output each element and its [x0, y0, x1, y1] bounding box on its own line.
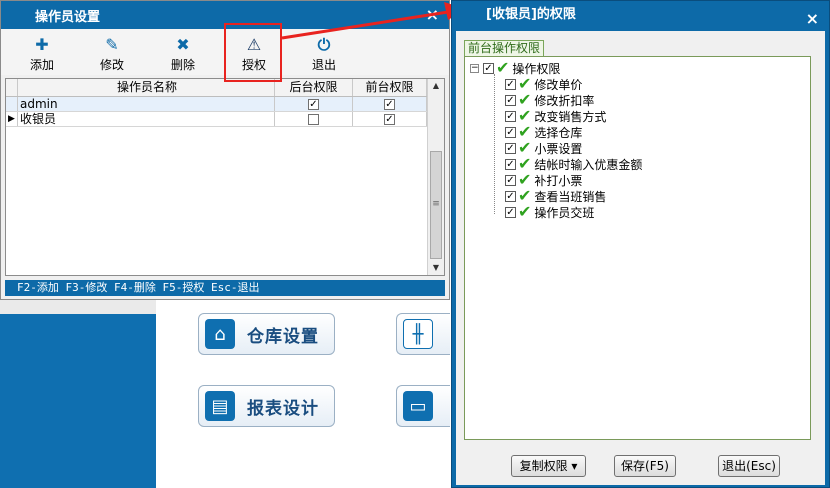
authorize-highlight-box: [224, 23, 282, 82]
permission-window-title: [收银员]的权限: [486, 7, 576, 22]
plus-icon: ✚: [35, 35, 49, 54]
exit-esc-button[interactable]: 退出(Esc): [718, 455, 780, 477]
grid-vertical-scrollbar[interactable]: ▲ ≡ ▼: [427, 79, 444, 275]
tree-item-checkbox[interactable]: ✓: [505, 110, 516, 122]
permission-window-titlebar: [收银员]的权限 ×: [452, 1, 829, 29]
copy-permissions-button[interactable]: 复制权限 ▾: [511, 455, 586, 477]
tree-item-label: 小票设置: [534, 141, 583, 156]
collapse-icon[interactable]: −: [470, 63, 479, 73]
operator-grid: 操作员名称 后台权限 前台权限 admin ✓ ✓ ▶ 收银员 ✓ ▲ ≡ ▼: [5, 78, 445, 276]
permission-tree: − ✓ ✔ 操作权限 ✓ ✔ 修改单价 ✓ ✔ 修改折扣率 ✓ ✔ 改变销售方式: [464, 56, 811, 440]
add-label: 添加: [29, 58, 54, 72]
tree-item-receipt-settings[interactable]: ✓ ✔ 小票设置: [505, 140, 582, 156]
scroll-down-icon[interactable]: ▼: [428, 261, 444, 275]
equalizer-icon: ╫: [403, 319, 433, 349]
table-row[interactable]: admin ✓ ✓: [6, 97, 444, 112]
current-row-arrow-icon: ▶: [6, 112, 18, 126]
tree-item-label: 补打小票: [534, 173, 583, 188]
tree-item-label: 操作员交班: [534, 205, 595, 220]
permission-window: [收银员]的权限 × 前台操作权限 − ✓ ✔ 操作权限 ✓ ✔ 修改单价 ✓ …: [451, 0, 830, 488]
tree-item-checkbox[interactable]: ✓: [505, 158, 516, 170]
green-check-icon: ✔: [518, 202, 532, 221]
tab-frontend-permissions[interactable]: 前台操作权限: [464, 40, 545, 56]
house-icon: ⌂: [205, 319, 235, 349]
scroll-up-icon[interactable]: ▲: [428, 79, 444, 93]
permission-window-body: 前台操作权限 − ✓ ✔ 操作权限 ✓ ✔ 修改单价 ✓ ✔ 修改折扣率 ✓ ✔: [456, 31, 825, 485]
warehouse-settings-button[interactable]: ⌂ 仓库设置: [198, 313, 335, 355]
grid-header-indicator: [6, 79, 18, 96]
report-design-label: 报表设计: [247, 398, 319, 419]
delete-x-icon: ✖: [176, 35, 190, 54]
frontend-permission-cell[interactable]: ✓: [353, 97, 427, 111]
partial-settings-button[interactable]: ╫: [396, 313, 450, 355]
tree-item-label: 改变销售方式: [534, 109, 607, 124]
tree-root-checkbox[interactable]: ✓: [483, 62, 494, 74]
frontend-permission-cell[interactable]: ✓: [353, 112, 427, 126]
pencil-icon: ✎: [105, 35, 119, 54]
tree-item-reprint-receipt[interactable]: ✓ ✔ 补打小票: [505, 172, 582, 188]
tree-item-label: 查看当班销售: [534, 189, 607, 204]
tree-item-checkbox[interactable]: ✓: [505, 142, 516, 154]
tree-connector-line: [494, 74, 495, 214]
tree-root-node[interactable]: − ✓ ✔ 操作权限: [470, 60, 560, 76]
column-header-frontend[interactable]: 前台权限: [353, 79, 427, 96]
report-icon: ▤: [205, 391, 235, 421]
tree-item-checkbox[interactable]: ✓: [505, 94, 516, 106]
row-indicator: [6, 97, 18, 111]
backend-permission-cell[interactable]: ✓: [275, 97, 353, 111]
edit-button[interactable]: ✎ 修改: [87, 35, 137, 73]
background-side-panel: [0, 314, 156, 488]
backend-permission-checkbox[interactable]: ✓: [308, 99, 319, 110]
operator-name-cell[interactable]: admin: [18, 97, 275, 111]
tree-item-operator-handover[interactable]: ✓ ✔ 操作员交班: [505, 204, 594, 220]
frontend-permission-checkbox[interactable]: ✓: [384, 99, 395, 110]
table-row[interactable]: ▶ 收银员 ✓: [6, 112, 444, 127]
column-header-backend[interactable]: 后台权限: [275, 79, 353, 96]
tree-item-label: 修改单价: [534, 77, 583, 92]
operator-window-title: 操作员设置: [35, 9, 101, 25]
tree-item-label: 结帐时输入优惠金额: [534, 157, 643, 172]
delete-button[interactable]: ✖ 删除: [158, 35, 208, 73]
close-icon[interactable]: ×: [806, 5, 819, 33]
frontend-permission-checkbox[interactable]: ✓: [384, 114, 395, 125]
edit-label: 修改: [99, 58, 124, 72]
report-design-button[interactable]: ▤ 报表设计: [198, 385, 335, 427]
arrow-shaft: [281, 10, 449, 40]
delete-label: 删除: [170, 58, 195, 72]
green-check-icon: ✔: [496, 58, 510, 77]
backend-permission-checkbox[interactable]: [308, 114, 319, 125]
warehouse-settings-label: 仓库设置: [247, 326, 319, 347]
tree-item-checkbox[interactable]: ✓: [505, 126, 516, 138]
tree-item-checkbox[interactable]: ✓: [505, 174, 516, 186]
tree-item-label: 修改折扣率: [534, 93, 595, 108]
tree-item-modify-price[interactable]: ✓ ✔ 修改单价: [505, 76, 582, 92]
tree-item-checkbox[interactable]: ✓: [505, 190, 516, 202]
add-button[interactable]: ✚ 添加: [17, 35, 67, 73]
partial-card-button[interactable]: ▭: [396, 385, 450, 427]
tree-item-checkbox[interactable]: ✓: [505, 78, 516, 90]
tree-item-select-warehouse[interactable]: ✓ ✔ 选择仓库: [505, 124, 582, 140]
tree-item-checkbox[interactable]: ✓: [505, 206, 516, 218]
scroll-thumb[interactable]: ≡: [430, 151, 442, 259]
save-button[interactable]: 保存(F5): [614, 455, 676, 477]
tree-item-label: 选择仓库: [534, 125, 583, 140]
red-arrow-annotation: [281, 2, 466, 40]
exit-label: 退出: [311, 58, 336, 72]
card-icon: ▭: [403, 391, 433, 421]
backend-permission-cell[interactable]: [275, 112, 353, 126]
shortcut-status-bar: F2-添加 F3-修改 F4-删除 F5-授权 Esc-退出: [5, 280, 445, 296]
operator-name-cell[interactable]: 收银员: [18, 112, 275, 126]
